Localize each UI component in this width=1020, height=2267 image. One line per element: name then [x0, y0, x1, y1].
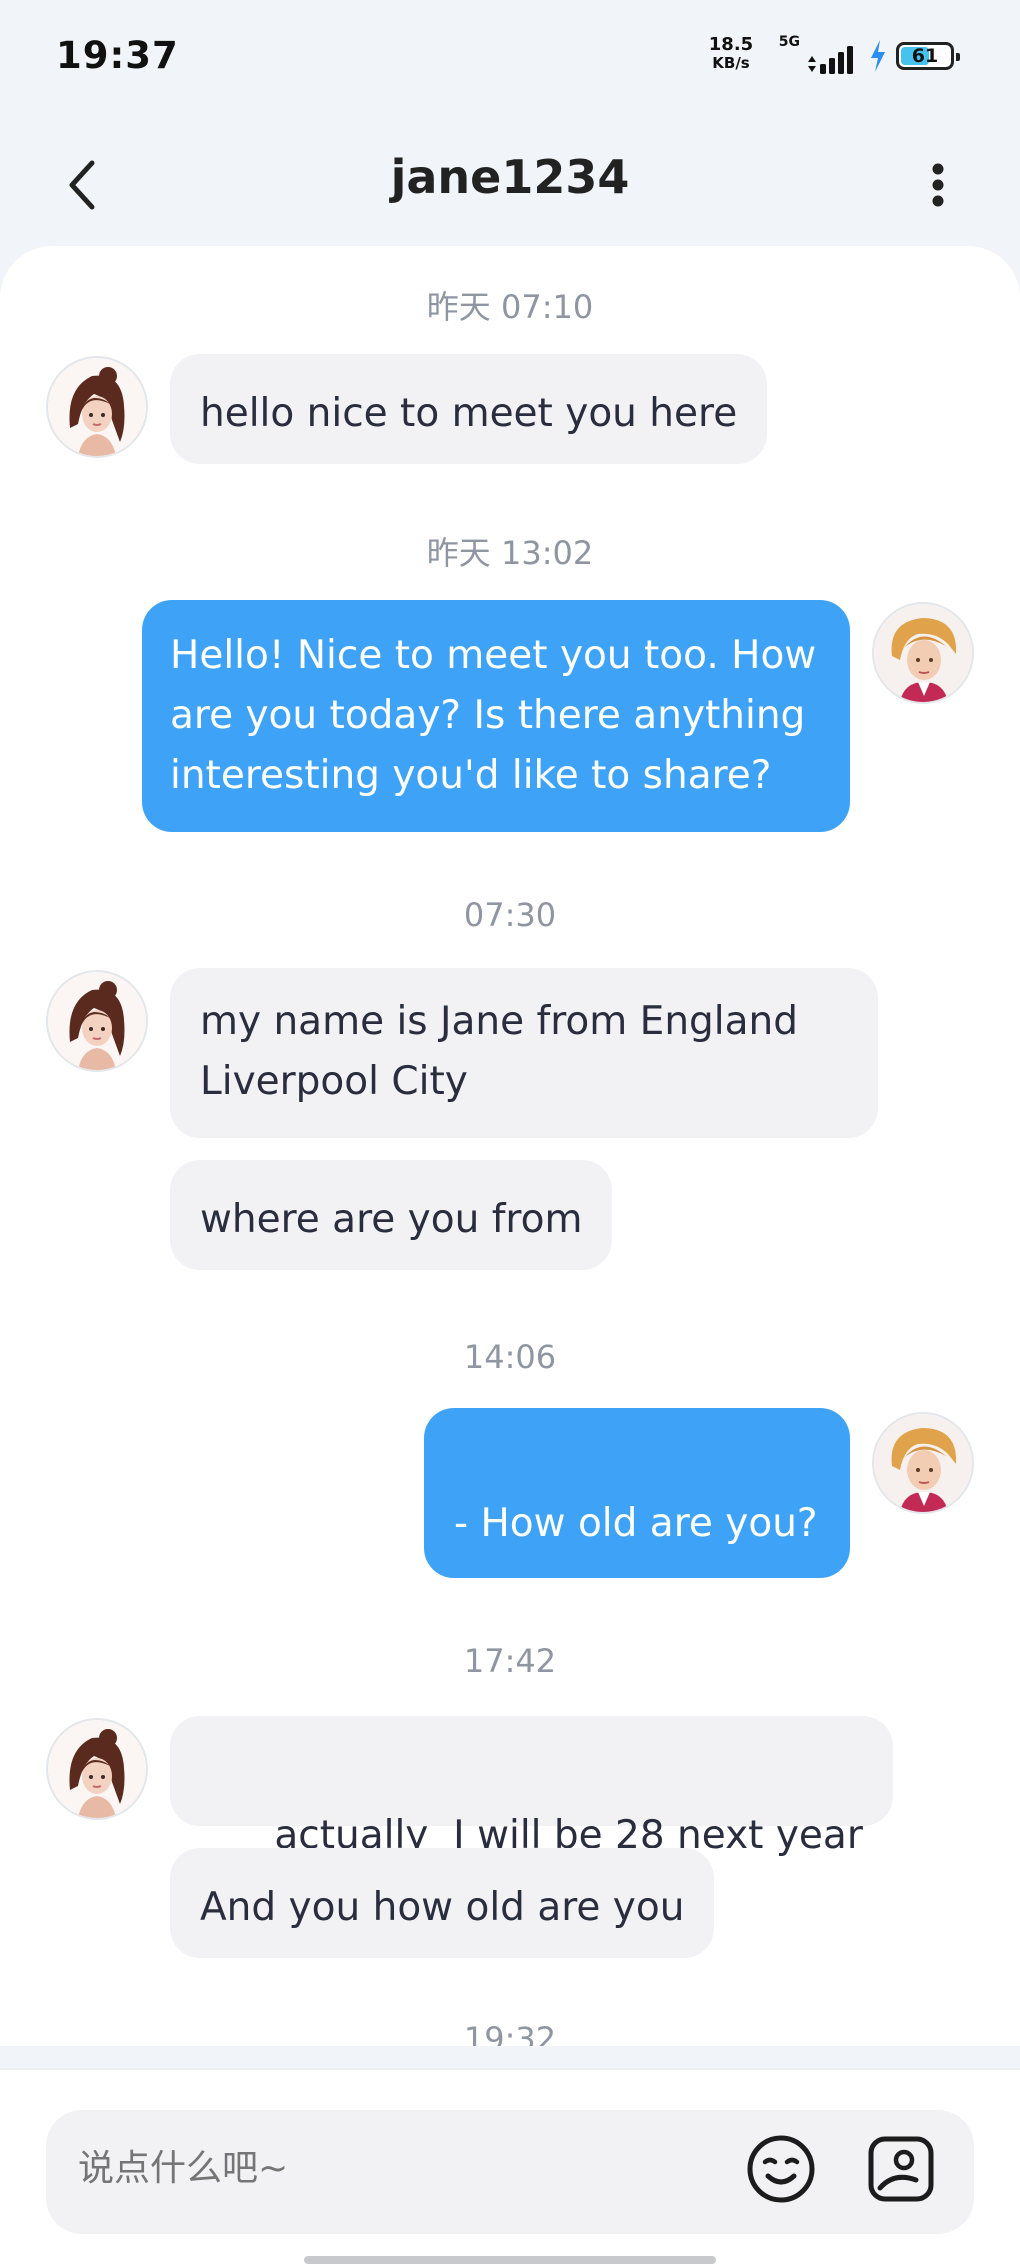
message-timestamp: 昨天 07:10 [426, 288, 594, 326]
contact-avatar[interactable] [46, 970, 148, 1072]
sticker-button[interactable] [866, 2134, 936, 2204]
charging-icon [871, 40, 885, 72]
sticker-image-icon [868, 2136, 934, 2202]
message-input-bar [0, 2068, 1020, 2267]
smile-emoji-icon [747, 2135, 815, 2203]
battery-cap [956, 53, 960, 61]
incoming-message: hello nice to meet you here [170, 354, 768, 464]
status-icons: 18.5 KB/s 5G 61 [660, 34, 960, 78]
message-text-line: Hello! Nice to meet you too. How [170, 633, 817, 678]
incoming-message: where are you from [170, 1160, 613, 1270]
message-text-line: are you today? Is there anything [170, 693, 806, 738]
incoming-message: my name is Jane from England Liverpool C… [170, 968, 878, 1138]
message-text: - How old are you? [454, 1501, 818, 1546]
message-text: where are you from [200, 1197, 583, 1242]
male-avatar-icon [874, 1414, 972, 1512]
more-vertical-icon [932, 163, 944, 207]
outgoing-message: Hello! Nice to meet you too. How are you… [142, 600, 850, 832]
message-timestamp: 昨天 13:02 [426, 534, 594, 572]
chat-header: jane1234 [0, 130, 1020, 230]
status-time: 19:37 [56, 34, 179, 77]
message-timestamp: 14:06 [463, 1338, 557, 1376]
home-indicator[interactable] [304, 2256, 716, 2264]
user-avatar[interactable] [872, 602, 974, 704]
message-input[interactable] [78, 2148, 678, 2189]
message-timestamp: 17:42 [463, 1642, 557, 1680]
message-timestamp: 07:30 [463, 896, 557, 934]
battery-percent: 61 [911, 45, 939, 67]
network-speed: 18.5 KB/s [707, 34, 755, 73]
message-timestamp: 19:32 [463, 2020, 557, 2046]
network-speed-value: 18.5 [708, 34, 754, 55]
user-avatar[interactable] [872, 1412, 974, 1514]
message-text-line: my name is Jane from England [200, 999, 799, 1044]
message-text-line: interesting you'd like to share? [170, 753, 772, 798]
network-type: 5G [778, 34, 800, 50]
page-title: jane1234 [390, 150, 630, 204]
message-text: And you how old are you [200, 1885, 685, 1930]
status-bar: 19:37 18.5 KB/s 5G 61 [0, 0, 1020, 110]
chat-screen: 19:37 18.5 KB/s 5G 61 jane1234 昨天 07:10 … [0, 0, 1020, 2267]
male-avatar-icon [874, 604, 972, 702]
battery-icon: 61 [896, 42, 960, 70]
emoji-button[interactable] [746, 2134, 816, 2204]
incoming-message: actually I will be 28 next year [170, 1716, 893, 1858]
female-avatar-icon [48, 972, 146, 1070]
contact-avatar[interactable] [46, 356, 148, 458]
signal-strength-icon [808, 46, 853, 74]
female-avatar-icon [48, 358, 146, 456]
incoming-message: And you how old are you [170, 1848, 715, 1958]
outgoing-message: - How old are you? [424, 1408, 850, 1578]
message-text: hello nice to meet you here [200, 391, 738, 436]
female-avatar-icon [48, 1720, 146, 1818]
more-options-button[interactable] [926, 155, 950, 215]
contact-avatar[interactable] [46, 1718, 148, 1820]
network-speed-unit: KB/s [712, 54, 750, 72]
message-list[interactable]: 昨天 07:10 hello nice to meet you here 昨天 … [0, 246, 1020, 2046]
message-text-line: Liverpool City [200, 1059, 468, 1104]
message-input-container [46, 2110, 974, 2234]
